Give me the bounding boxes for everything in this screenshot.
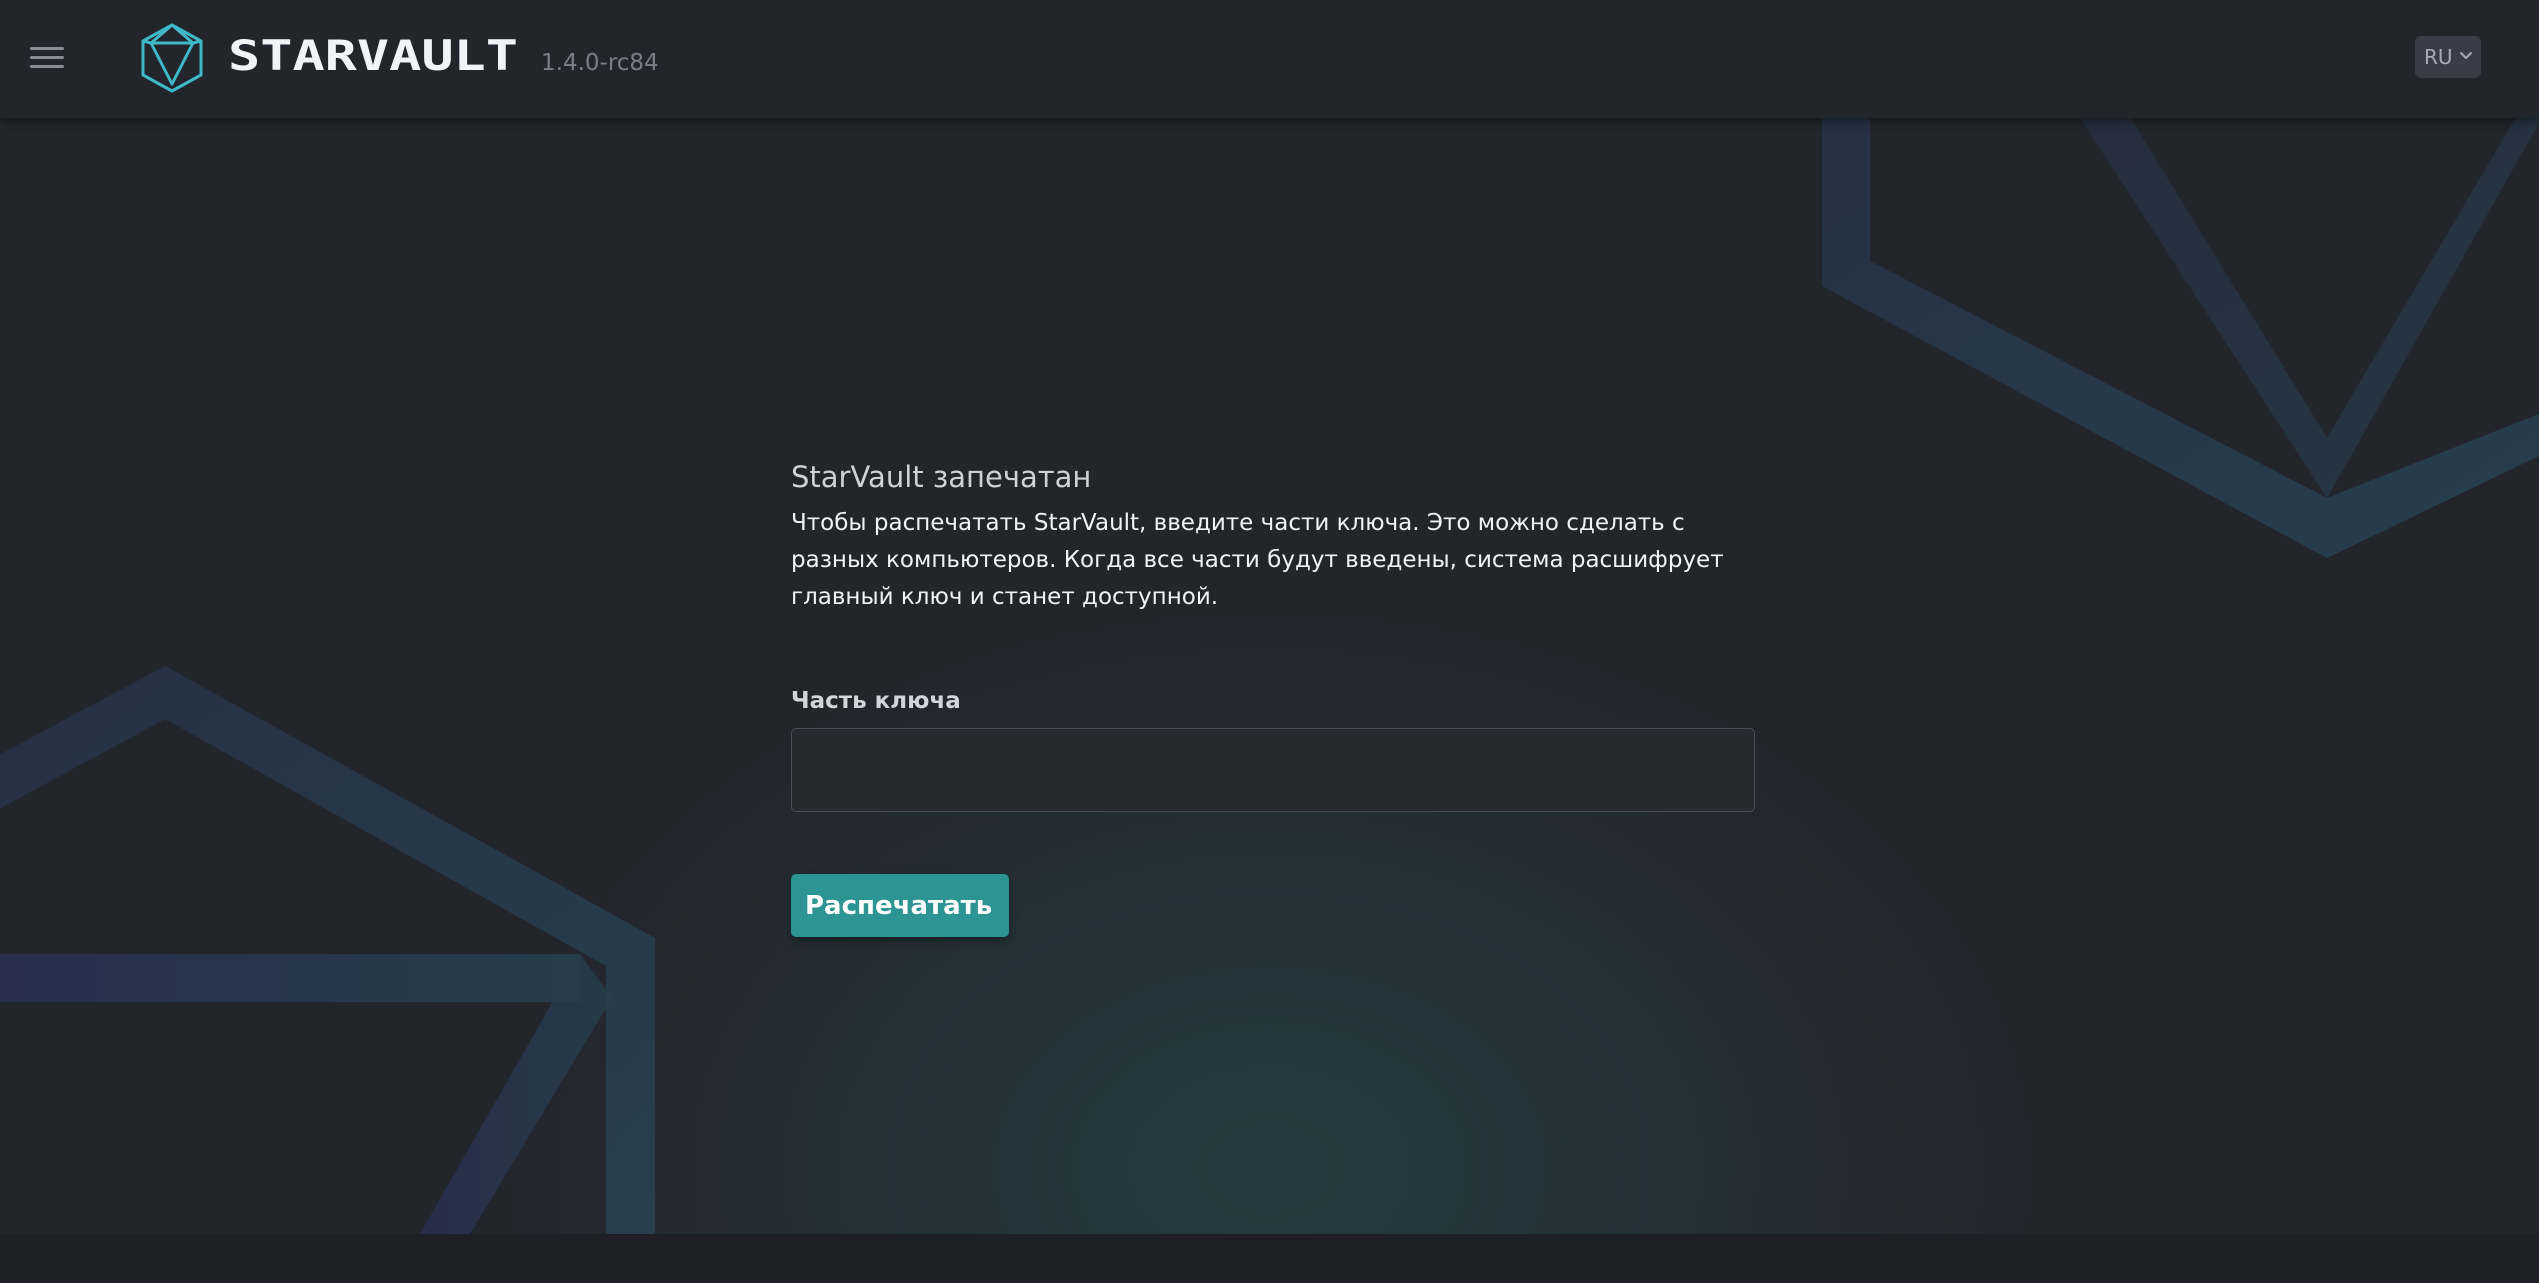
language-select[interactable]: RU bbox=[2415, 36, 2481, 78]
hamburger-menu-icon[interactable] bbox=[28, 44, 68, 72]
unseal-description: Чтобы распечатать StarVault, введите час… bbox=[791, 510, 1724, 610]
unseal-page: STARVAULT 1.4.0-rc84 RU StarVault запеча… bbox=[0, 0, 2539, 1283]
key-part-input[interactable] bbox=[791, 728, 1755, 812]
brand-wordmark: STARVAULT bbox=[228, 31, 518, 80]
unseal-button[interactable]: Распечатать bbox=[791, 874, 1010, 937]
unseal-form: StarVault запечатан Чтобы распечатать St… bbox=[791, 455, 1755, 937]
footer-strip bbox=[0, 1234, 2539, 1283]
version-label: 1.4.0-rc84 bbox=[541, 50, 659, 76]
top-bar: STARVAULT 1.4.0-rc84 RU bbox=[0, 0, 2539, 118]
brand-text: STARVAULT bbox=[228, 31, 518, 80]
starvault-polyhedron-icon bbox=[141, 23, 203, 93]
page-title: StarVault запечатан bbox=[791, 460, 1092, 494]
key-part-label: Часть ключа bbox=[791, 688, 961, 714]
chevron-down-icon bbox=[2460, 52, 2472, 59]
language-value: RU bbox=[2424, 45, 2453, 69]
